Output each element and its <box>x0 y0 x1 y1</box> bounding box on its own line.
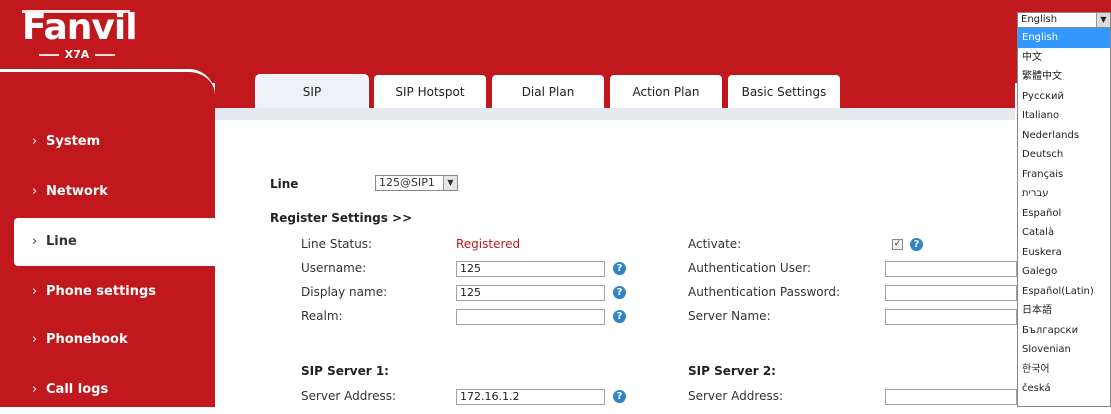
server-name-label: Server Name: <box>688 309 771 323</box>
language-option[interactable]: Български <box>1018 321 1110 341</box>
help-icon[interactable]: ? <box>613 390 626 403</box>
tab-sip-hotspot[interactable]: SIP Hotspot <box>373 74 487 108</box>
language-option[interactable]: Nederlands <box>1018 126 1110 146</box>
sip-server1-heading: SIP Server 1: <box>301 364 389 378</box>
tab-dial-plan[interactable]: Dial Plan <box>491 74 605 108</box>
line-select[interactable]: 125@SIP1 ▼ <box>375 175 458 191</box>
chevron-right-icon: › <box>32 284 38 299</box>
sidebar-item-label: Phonebook <box>46 332 128 347</box>
language-select[interactable]: English ▼ <box>1017 12 1111 28</box>
line-status-value: Registered <box>456 237 521 251</box>
auth-password-field[interactable] <box>885 285 1017 301</box>
server-name-field[interactable] <box>885 309 1017 325</box>
sidebar-item-phone-settings[interactable]: › Phone settings <box>0 268 215 316</box>
language-option[interactable]: Català <box>1018 223 1110 243</box>
sidebar-item-phonebook[interactable]: › Phonebook <box>0 316 215 364</box>
help-icon[interactable]: ? <box>613 286 626 299</box>
server-address2-label: Server Address: <box>688 389 783 403</box>
tab-sip[interactable]: SIP <box>255 74 369 108</box>
auth-password-label: Authentication Password: <box>688 285 840 299</box>
server-address-field[interactable]: 172.16.1.2 <box>456 389 605 405</box>
auth-user-label: Authentication User: <box>688 261 812 275</box>
language-option[interactable]: Italiano <box>1018 106 1110 126</box>
sidebar-item-label: Call logs <box>46 382 109 397</box>
activate-label: Activate: <box>688 237 742 251</box>
realm-field[interactable] <box>456 309 605 325</box>
line-status-label: Line Status: <box>301 237 373 251</box>
sidebar-item-label: Line <box>46 234 77 249</box>
chevron-down-icon: ▼ <box>443 176 457 190</box>
chevron-right-icon: › <box>32 184 38 199</box>
auth-user-field[interactable] <box>885 261 1017 277</box>
model-badge: X7A <box>22 48 132 62</box>
server-address-label: Server Address: <box>301 389 396 403</box>
display-name-field[interactable]: 125 <box>456 285 605 301</box>
chevron-down-icon: ▼ <box>1096 13 1110 27</box>
username-field[interactable]: 125 <box>456 261 605 277</box>
language-option[interactable]: Français <box>1018 165 1110 185</box>
register-settings-heading[interactable]: Register Settings >> <box>270 211 412 225</box>
language-dropdown-list: English 中文 繁體中文 Русский Italiano Nederla… <box>1017 28 1111 407</box>
activate-checkbox[interactable]: ✓ <box>892 239 903 250</box>
language-option[interactable]: 한국어 <box>1018 360 1110 380</box>
sip-server2-heading: SIP Server 2: <box>688 364 776 378</box>
help-icon[interactable]: ? <box>613 262 626 275</box>
display-name-label: Display name: <box>301 285 388 299</box>
tab-action-plan[interactable]: Action Plan <box>609 74 723 108</box>
sidebar-item-label: Network <box>46 184 108 199</box>
language-option[interactable]: English <box>1018 28 1110 48</box>
sidebar-item-system[interactable]: › System <box>0 118 215 166</box>
model-name: X7A <box>64 48 90 61</box>
tab-basic-settings[interactable]: Basic Settings <box>727 74 841 108</box>
help-icon[interactable]: ? <box>910 238 923 251</box>
tab-underbar <box>215 108 1015 120</box>
chevron-right-icon: › <box>32 134 38 149</box>
language-option[interactable]: Galego <box>1018 262 1110 282</box>
language-option[interactable]: 中文 <box>1018 48 1110 68</box>
username-label: Username: <box>301 261 367 275</box>
language-option[interactable]: 日本語 <box>1018 301 1110 321</box>
language-option[interactable]: Slovenian <box>1018 340 1110 360</box>
language-option[interactable]: Español(Latin) <box>1018 282 1110 302</box>
line-label: Line <box>270 177 299 191</box>
language-option[interactable]: česká <box>1018 379 1110 399</box>
realm-label: Realm: <box>301 309 343 323</box>
line-select-value: 125@SIP1 <box>379 176 435 189</box>
fanvil-logo: Fanvil X7A <box>22 8 138 63</box>
sidebar-item-line[interactable]: › Line <box>14 218 215 266</box>
help-icon[interactable]: ? <box>613 310 626 323</box>
server-address2-field[interactable] <box>885 389 1017 405</box>
sidebar-item-label: System <box>46 134 101 149</box>
language-select-value: English <box>1021 14 1058 25</box>
sidebar-item-label: Phone settings <box>46 284 157 299</box>
language-option[interactable]: Español <box>1018 204 1110 224</box>
language-option[interactable]: Euskera <box>1018 243 1110 263</box>
logo-wordmark: Fanvil <box>22 7 138 48</box>
language-option[interactable]: 繁體中文 <box>1018 67 1110 87</box>
chevron-right-icon: › <box>32 234 38 249</box>
chevron-right-icon: › <box>32 332 38 347</box>
language-option[interactable]: Русский <box>1018 87 1110 107</box>
sidebar-item-network[interactable]: › Network <box>0 168 215 216</box>
language-option[interactable]: Deutsch <box>1018 145 1110 165</box>
language-option[interactable]: עברית <box>1018 184 1110 204</box>
